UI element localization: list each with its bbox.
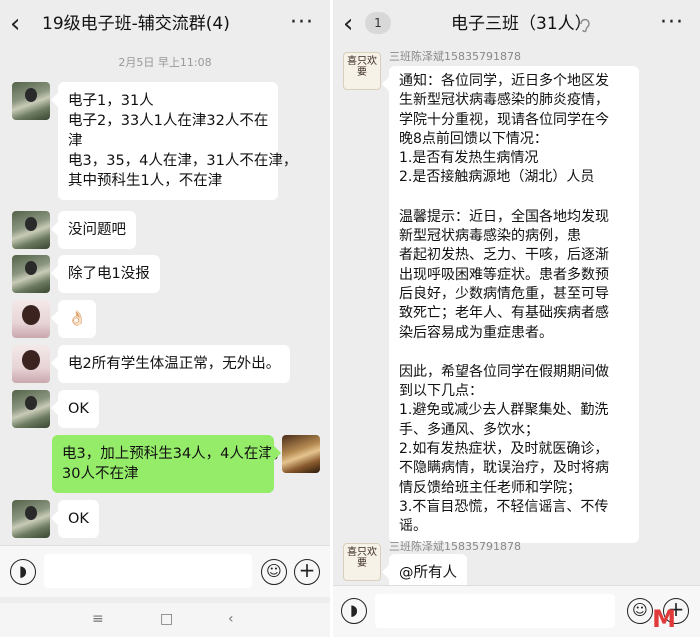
more-options-icon[interactable]: ··· bbox=[290, 12, 314, 34]
avatar[interactable] bbox=[12, 500, 50, 538]
message-bubble[interactable]: 电子1，31人 电子2，33人1人在津32人不在 津 电3，35，4人在津，31… bbox=[58, 82, 298, 200]
chat-title: 19级电子班-辅交流群(4) bbox=[42, 14, 230, 34]
back-nav-icon[interactable]: ‹ bbox=[228, 611, 234, 627]
plus-icon[interactable]: + bbox=[294, 559, 320, 585]
notice-text-line: 谣。 bbox=[399, 518, 427, 535]
notice-text-line: 后良好，少数病情危重，甚至可导 bbox=[399, 285, 609, 302]
back-arrow-icon[interactable]: ‹ bbox=[343, 11, 367, 39]
system-navigation-bar: ≡ □ ‹ bbox=[0, 603, 330, 637]
message-bubble[interactable]: OK bbox=[58, 390, 99, 428]
right-chat-screen: ‹ 1 电子三班（31人） ··· 喜只欢要 三班陈泽斌15835791878 … bbox=[333, 0, 700, 637]
notice-text-line: 温馨提示：近日，全国各地均发现 bbox=[399, 208, 609, 225]
watermark-logo: M bbox=[652, 605, 676, 633]
chat-input-bar: ◗ ☺ + bbox=[0, 545, 330, 597]
menu-nav-icon[interactable]: ≡ bbox=[92, 611, 104, 627]
notice-text-line: 情反馈给班主任老师和学院； bbox=[399, 479, 581, 496]
message-text: 电3，加上预科生34人，4人在津， bbox=[62, 446, 288, 462]
notice-text-line: 致死亡；老年人、有基础疾病者感 bbox=[399, 305, 609, 322]
notice-text-line: 到以下几点： bbox=[399, 383, 483, 400]
ok-hand-emoji: 👌🏻 bbox=[68, 311, 87, 327]
chat-header: ‹ 1 电子三班（31人） ··· bbox=[333, 0, 700, 50]
avatar[interactable] bbox=[12, 300, 50, 338]
notice-text-line: 手、多通风、多饮水； bbox=[399, 421, 539, 438]
mute-icon bbox=[580, 18, 590, 33]
message-bubble[interactable]: 👌🏻 bbox=[58, 300, 97, 338]
notice-text-line: 学院十分重视，现请各位同学在今 bbox=[399, 111, 609, 128]
notice-text-line: 出现呼吸困难等症状。患者多数预 bbox=[399, 266, 609, 283]
sender-avatar[interactable]: 喜只欢要 bbox=[343, 52, 381, 90]
message-input[interactable] bbox=[375, 594, 615, 628]
voice-icon[interactable]: ◗ bbox=[341, 598, 367, 624]
message-text: 电2所有学生体温正常，无外出。 bbox=[68, 356, 281, 372]
emoji-icon[interactable]: ☺ bbox=[627, 598, 653, 624]
more-options-icon[interactable]: ··· bbox=[660, 12, 684, 34]
message-text: 除了电1没报 bbox=[68, 266, 150, 282]
message-text: 电子2，33人1人在津32人不在 bbox=[68, 113, 269, 129]
sender-name: 三班陈泽斌15835791878 bbox=[389, 540, 521, 553]
notice-text-line: 生新型冠状病毒感染的肺炎疫情， bbox=[399, 92, 609, 109]
message-text: OK bbox=[68, 511, 89, 527]
avatar[interactable] bbox=[12, 345, 50, 383]
my-avatar[interactable] bbox=[282, 435, 320, 473]
notice-text-line: 因此，希望各位同学在假期期间做 bbox=[399, 363, 609, 380]
voice-icon[interactable]: ◗ bbox=[10, 559, 36, 585]
message-text: 30人不在津 bbox=[62, 466, 139, 482]
message-text: 津 bbox=[68, 133, 83, 149]
sender-name: 三班陈泽斌15835791878 bbox=[389, 50, 521, 63]
chat-header: ‹ 19级电子班-辅交流群(4) ··· bbox=[0, 0, 330, 50]
message-text: 没问题吧 bbox=[68, 222, 126, 238]
notice-message-bubble[interactable]: 通知：各位同学，近日多个地区发 生新型冠状病毒感染的肺炎疫情， 学院十分重视，现请各… bbox=[389, 66, 639, 543]
notice-text-line: 3.不盲目恐慌，不轻信谣言、不传 bbox=[399, 498, 609, 515]
notice-text-line: 者起初发热、乏力、干咳，后逐渐 bbox=[399, 247, 609, 264]
message-text: 其中预科生1人，不在津 bbox=[68, 173, 223, 189]
unread-count-badge[interactable]: 1 bbox=[365, 12, 391, 34]
emoji-icon[interactable]: ☺ bbox=[261, 559, 287, 585]
sender-avatar[interactable]: 喜只欢要 bbox=[343, 543, 381, 581]
message-text: 电子1，31人 bbox=[68, 93, 154, 109]
notice-text-line: 2.如有发热症状，及时就医确诊， bbox=[399, 441, 609, 458]
notice-text-line: 染后容易成为重症患者。 bbox=[399, 324, 553, 341]
message-bubble[interactable]: 没问题吧 bbox=[58, 211, 136, 249]
avatar[interactable] bbox=[12, 390, 50, 428]
notice-text-line: 不隐瞒病情，耽误治疗，及时将病 bbox=[399, 460, 609, 477]
home-nav-icon[interactable]: □ bbox=[160, 611, 173, 627]
message-bubble[interactable]: 电2所有学生体温正常，无外出。 bbox=[58, 345, 291, 383]
message-bubble[interactable]: OK bbox=[58, 500, 99, 538]
message-text: OK bbox=[68, 401, 89, 417]
chat-title: 电子三班（31人） bbox=[451, 14, 592, 34]
avatar[interactable] bbox=[12, 255, 50, 293]
notice-text-line: 新型冠状病毒感染的病例，患 bbox=[399, 228, 581, 245]
notice-text-line: 通知：各位同学，近日多个地区发 bbox=[399, 73, 609, 89]
notice-text-line: 1.是否有发热生病情况 bbox=[399, 150, 539, 167]
notice-text-line: 1.避免或减少去人群聚集处、勤洗 bbox=[399, 402, 609, 419]
message-text: 电3，35，4人在津，31人不在津， bbox=[68, 153, 298, 169]
my-message-bubble[interactable]: 电3，加上预科生34人，4人在津， 30人不在津 bbox=[52, 435, 288, 493]
notice-text-line: 2.是否接触病源地（湖北）人员 bbox=[399, 169, 595, 186]
mention-text: @所有人 bbox=[399, 565, 457, 581]
avatar[interactable] bbox=[12, 82, 50, 120]
avatar[interactable] bbox=[12, 211, 50, 249]
message-input[interactable] bbox=[44, 554, 252, 588]
message-timestamp: 2月5日 早上11:08 bbox=[118, 56, 212, 69]
message-bubble[interactable]: 除了电1没报 bbox=[58, 255, 160, 293]
chat-input-bar: ◗ ☺ + bbox=[333, 585, 700, 637]
back-arrow-icon[interactable]: ‹ bbox=[10, 11, 34, 39]
notice-text-line: 晚8点前回馈以下情况： bbox=[399, 130, 548, 147]
left-chat-screen: ‹ 19级电子班-辅交流群(4) ··· 2月5日 早上11:08 电子1，31… bbox=[0, 0, 330, 637]
